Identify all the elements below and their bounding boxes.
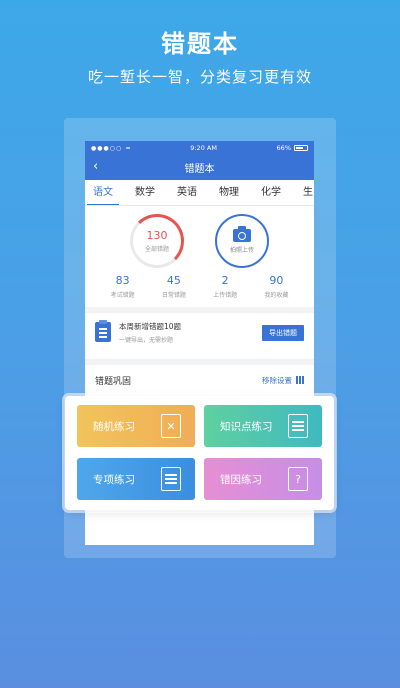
- stat-label: 上传错题: [213, 292, 238, 299]
- tab-math[interactable]: 数学: [135, 180, 155, 205]
- status-bar: ●●●○○ ≈ 9:20 AM 66%: [85, 141, 314, 155]
- back-icon[interactable]: ‹: [93, 159, 98, 174]
- stat-uploaded[interactable]: 2 上传错题: [203, 274, 247, 299]
- stats-row: 83 考试错题 45 日常错题 2 上传错题 90 我的收藏: [85, 274, 314, 299]
- camera-icon: [233, 225, 251, 242]
- photo-upload-button[interactable]: 拍照上传: [215, 214, 269, 268]
- weekly-new-banner: 本周新增错题10题 一键导出，无需抄题 导出错题: [85, 313, 314, 351]
- promo-subtitle: 吃一堑长一智，分类复习更有效: [87, 68, 312, 86]
- checklist-icon: [288, 414, 308, 438]
- weekly-subtitle: 一键导出，无需抄题: [119, 336, 174, 344]
- random-practice-card[interactable]: 随机练习 ✕: [77, 405, 195, 447]
- battery-icon: [294, 145, 308, 151]
- nav-bar: ‹ 错题本: [85, 155, 314, 180]
- summary-area: 130 全部错题 拍照上传: [85, 206, 314, 272]
- tab-physics[interactable]: 物理: [219, 180, 239, 205]
- error-cause-practice-card[interactable]: 错因练习 ?: [204, 458, 322, 500]
- list-icon: [161, 467, 181, 491]
- stat-value: 90: [269, 274, 284, 287]
- stat-favorites[interactable]: 90 我的收藏: [254, 274, 298, 299]
- total-mistakes-count: 130: [146, 229, 168, 242]
- tab-chinese[interactable]: 语文: [87, 180, 119, 205]
- promo-title: 错题本: [161, 30, 239, 58]
- remove-settings-label: 移除设置: [262, 375, 292, 385]
- stat-label: 我的收藏: [264, 292, 289, 299]
- stat-value: 83: [115, 274, 130, 287]
- battery-percent: 66%: [276, 144, 291, 152]
- sliders-icon: [296, 376, 304, 384]
- stat-label: 考试错题: [110, 292, 135, 299]
- random-practice-label: 随机练习: [93, 420, 135, 433]
- tab-english[interactable]: 英语: [177, 180, 197, 205]
- special-practice-label: 专项练习: [93, 473, 135, 486]
- stat-value: 2: [221, 274, 229, 287]
- photo-upload-label: 拍照上传: [229, 246, 254, 254]
- knowledge-practice-label: 知识点练习: [220, 420, 273, 433]
- tab-chemistry[interactable]: 化学: [261, 180, 281, 205]
- page-title: 错题本: [184, 164, 215, 175]
- stat-daily[interactable]: 45 日常错题: [152, 274, 196, 299]
- total-mistakes-label: 全部错题: [144, 246, 169, 253]
- knowledge-practice-card[interactable]: 知识点练习: [204, 405, 322, 447]
- total-mistakes-ring[interactable]: 130 全部错题: [130, 214, 184, 268]
- shuffle-x-icon: ✕: [161, 414, 181, 438]
- question-icon: ?: [288, 467, 308, 491]
- practice-panel: 随机练习 ✕ 知识点练习 专项练习 错因练习 ?: [65, 396, 334, 510]
- status-time: 9:20 AM: [190, 144, 217, 152]
- stat-label: 日常错题: [161, 292, 186, 299]
- error-cause-practice-label: 错因练习: [220, 473, 262, 486]
- stat-value: 45: [166, 274, 181, 287]
- special-practice-card[interactable]: 专项练习: [77, 458, 195, 500]
- signal-icon: ●●●○○: [91, 144, 123, 152]
- wifi-icon: ≈: [125, 144, 131, 152]
- subject-tabs: 语文 数学 英语 物理 化学 生: [85, 180, 314, 206]
- remove-settings-button[interactable]: 移除设置: [262, 375, 304, 386]
- stat-exam[interactable]: 83 考试错题: [101, 274, 145, 299]
- consolidate-header: 错题巩固 移除设置: [85, 365, 314, 395]
- export-mistakes-button[interactable]: 导出错题: [262, 325, 304, 341]
- tab-biology[interactable]: 生: [303, 180, 313, 205]
- weekly-title: 本周新增错题10题: [119, 321, 182, 331]
- consolidate-title: 错题巩固: [95, 376, 132, 387]
- clipboard-icon: [95, 320, 111, 342]
